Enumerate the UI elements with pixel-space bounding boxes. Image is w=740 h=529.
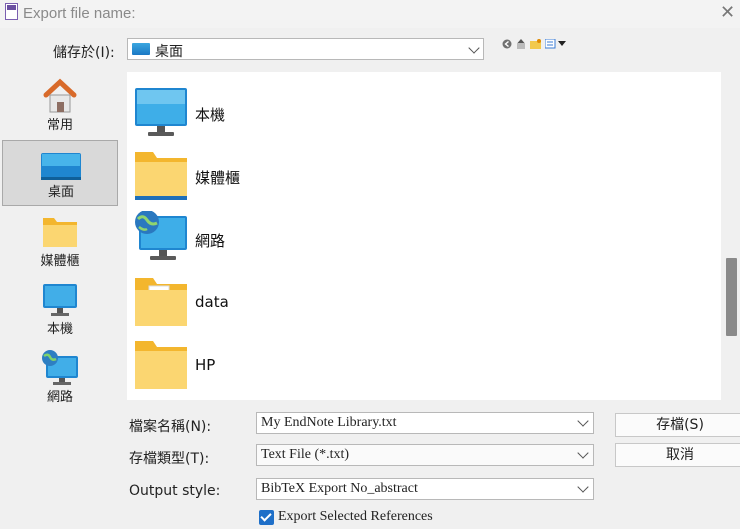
list-item-name: HP	[195, 356, 216, 374]
computer-icon	[135, 88, 187, 136]
filetype-label: 存檔類型(T):	[129, 451, 210, 467]
list-item[interactable]: data	[133, 274, 453, 330]
save-button[interactable]: 存檔(S)	[615, 413, 740, 437]
endnote-app-icon	[5, 3, 18, 20]
chevron-down-icon	[577, 447, 589, 459]
home-icon	[43, 78, 77, 113]
places-item-label: 媒體櫃	[40, 254, 80, 269]
places-item-label: 網路	[46, 390, 73, 405]
cancel-button[interactable]: 取消	[615, 443, 740, 467]
window-title: Export file name:	[23, 5, 136, 22]
close-icon[interactable]: ✕	[720, 3, 735, 21]
places-item-computer[interactable]: 本機	[2, 276, 118, 342]
places-item-label: 本機	[46, 322, 73, 337]
folder-icon	[135, 341, 187, 389]
output-style-value: BibTeX Export No_abstract	[261, 481, 418, 496]
list-item[interactable]: 媒體櫃	[133, 148, 453, 204]
library-icon	[135, 152, 187, 200]
file-list[interactable]: 本機 媒體櫃 網路 data HP	[127, 72, 721, 400]
save-in-dropdown[interactable]: 桌面	[127, 38, 484, 60]
up-folder-icon[interactable]	[516, 39, 526, 50]
places-item-library[interactable]: 媒體櫃	[2, 208, 118, 274]
list-item[interactable]: HP	[133, 337, 453, 393]
chevron-down-icon	[577, 481, 589, 493]
filename-label: 檔案名稱(N):	[129, 419, 212, 435]
output-style-dropdown[interactable]: BibTeX Export No_abstract	[256, 478, 594, 500]
save-in-value: 桌面	[155, 44, 183, 60]
export-selected-checkbox[interactable]	[259, 510, 274, 525]
folder-icon	[135, 278, 187, 326]
vertical-scrollbar[interactable]	[723, 72, 740, 400]
title-bar: Export file name: ✕	[0, 0, 740, 28]
places-item-label: 桌面	[47, 185, 74, 200]
desktop-icon	[132, 43, 150, 55]
list-item-name: 媒體櫃	[195, 169, 241, 187]
filetype-value: Text File (*.txt)	[261, 447, 350, 462]
library-icon	[43, 218, 77, 247]
places-item-network[interactable]: 網路	[2, 344, 118, 410]
chevron-down-icon	[468, 42, 480, 54]
list-item-name: 網路	[195, 232, 226, 250]
chevron-down-icon[interactable]	[577, 415, 589, 427]
places-item-desktop[interactable]: 桌面	[2, 140, 118, 206]
places-item-recent[interactable]: 常用	[2, 72, 118, 138]
scrollbar-thumb[interactable]	[726, 258, 737, 336]
view-menu-icon[interactable]	[545, 39, 567, 49]
new-folder-icon[interactable]	[530, 39, 542, 49]
filename-input[interactable]: My EndNote Library.txt	[256, 412, 594, 434]
export-selected-label[interactable]: Export Selected References	[278, 509, 433, 525]
output-style-label: Output style:	[129, 483, 221, 499]
save-in-label: 儲存於(I):	[53, 45, 115, 61]
network-icon	[42, 350, 78, 385]
list-item[interactable]: 網路	[133, 211, 453, 267]
desktop-icon	[41, 153, 81, 180]
computer-icon	[43, 284, 77, 316]
filetype-dropdown[interactable]: Text File (*.txt)	[256, 444, 594, 466]
filename-value: My EndNote Library.txt	[261, 415, 397, 430]
list-item-name: 本機	[195, 106, 226, 124]
network-icon	[135, 211, 187, 260]
list-item[interactable]: 本機	[133, 85, 453, 141]
places-bar: 常用 桌面 媒體櫃 本機 網路	[0, 72, 120, 412]
list-item-name: data	[195, 293, 229, 311]
places-item-label: 常用	[46, 118, 73, 133]
back-icon[interactable]	[502, 39, 512, 49]
